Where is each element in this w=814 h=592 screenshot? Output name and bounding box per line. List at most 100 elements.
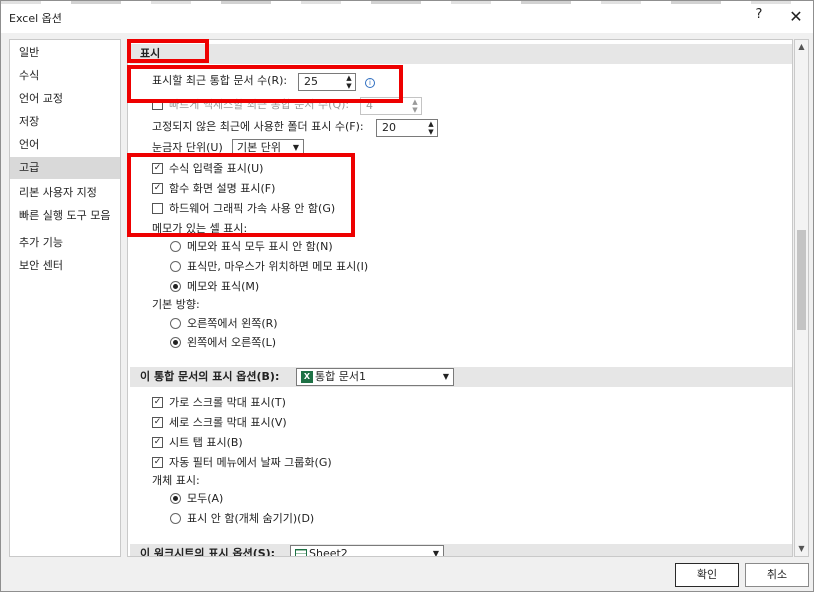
vscroll-label: 세로 스크롤 막대 표시(V) (169, 416, 287, 429)
nav-item-add-ins[interactable]: 추가 기능 (10, 232, 120, 254)
comments-both-option[interactable]: 메모와 표식(M) (170, 278, 259, 296)
title-bar-strip (1, 1, 813, 4)
excel-icon: X (301, 371, 313, 383)
formula-bar-option[interactable]: ✓ 수식 입력줄 표시(U) (152, 160, 263, 178)
spinner-arrows-icon[interactable]: ▲ ▼ (427, 120, 435, 136)
close-icon[interactable]: ✕ (785, 6, 807, 28)
comments-both-label: 메모와 표식(M) (187, 280, 260, 293)
category-list: 일반 수식 언어 교정 저장 언어 고급 리본 사용자 지정 빠른 실행 도구 … (9, 39, 121, 557)
hscroll-label: 가로 스크롤 막대 표시(T) (169, 396, 286, 409)
rtl-radio[interactable] (170, 317, 181, 329)
vscroll-checkbox[interactable]: ✓ (152, 416, 163, 428)
nav-item-language[interactable]: 언어 (10, 134, 120, 156)
quick-access-label: 빠르게 액세스할 최근 통합 문서 수(Q): (169, 98, 350, 111)
formula-bar-label: 수식 입력줄 표시(U) (169, 162, 264, 175)
hardware-accel-label: 하드웨어 그래픽 가속 사용 안 함(G) (169, 202, 336, 215)
section-workbook-header: 이 통합 문서의 표시 옵션(B): (130, 367, 792, 387)
info-icon[interactable]: i (365, 78, 375, 88)
recent-folders-label: 고정되지 않은 최근에 사용한 폴더 표시 수(F): (152, 120, 364, 133)
objects-none-radio[interactable] (170, 512, 181, 524)
options-content: 표시 표시할 최근 통합 문서 수(R): 25 ▲ ▼ i 빠르게 액세스할 최… (127, 39, 793, 557)
autofilter-dates-option[interactable]: ✓ 자동 필터 메뉴에서 날짜 그룹화(G) (152, 454, 332, 472)
objects-none-label: 표시 안 함(개체 숨기기)(D) (187, 512, 315, 525)
title-bar: Excel 옵션 ? ✕ (1, 1, 813, 33)
help-icon[interactable]: ? (749, 7, 769, 27)
function-tooltips-option[interactable]: ✓ 함수 화면 설명 표시(F) (152, 180, 275, 198)
worksheet-header-label: 이 워크시트의 표시 옵션(S): (140, 547, 276, 557)
scroll-down-icon[interactable]: ▼ (796, 543, 807, 555)
ruler-units-label: 눈금자 단위(U) (152, 141, 223, 154)
comments-indicator-radio[interactable] (170, 260, 181, 272)
chevron-down-icon: ▼ (292, 143, 299, 152)
nav-item-quick-access-toolbar[interactable]: 빠른 실행 도구 모음 (10, 205, 120, 227)
function-tooltips-checkbox[interactable]: ✓ (152, 182, 163, 194)
nav-item-general[interactable]: 일반 (10, 42, 120, 64)
ltr-radio[interactable] (170, 336, 181, 348)
recent-docs-label: 표시할 최근 통합 문서 수(R): (152, 74, 288, 87)
comments-indicator-option[interactable]: 표식만, 마우스가 위치하면 메모 표시(I) (170, 258, 368, 276)
excel-options-dialog: Excel 옵션 ? ✕ 일반 수식 언어 교정 저장 언어 고급 리본 사용자… (0, 0, 814, 592)
worksheet-select[interactable]: Sheet2 ▼ (290, 545, 444, 557)
comments-none-option[interactable]: 메모와 표식 모두 표시 안 함(N) (170, 238, 333, 256)
hscroll-option[interactable]: ✓ 가로 스크롤 막대 표시(T) (152, 394, 286, 412)
objects-display-label: 개체 표시: (152, 474, 200, 487)
formula-bar-checkbox[interactable]: ✓ (152, 162, 163, 174)
quick-access-row: 빠르게 액세스할 최근 통합 문서 수(Q): (152, 96, 349, 114)
hscroll-checkbox[interactable]: ✓ (152, 396, 163, 408)
quick-access-spinner[interactable]: 4 ▲ ▼ (360, 97, 422, 115)
chevron-down-icon: ▼ (442, 372, 449, 381)
comments-display-label: 메모가 있는 셀 표시: (152, 222, 248, 235)
nav-item-advanced[interactable]: 고급 (10, 157, 120, 179)
sheet-tabs-label: 시트 탭 표시(B) (169, 436, 243, 449)
rtl-option[interactable]: 오른쪽에서 왼쪽(R) (170, 315, 278, 333)
ltr-option[interactable]: 왼쪽에서 오른쪽(L) (170, 334, 276, 352)
ruler-units-select[interactable]: 기본 단위 ▼ (232, 139, 304, 157)
workbook-select-value: 통합 문서1 (315, 370, 366, 383)
window-title: Excel 옵션 (9, 12, 62, 25)
worksheet-select-value: Sheet2 (309, 547, 348, 557)
recent-docs-spinner[interactable]: 25 ▲ ▼ (298, 73, 356, 91)
default-direction-label: 기본 방향: (152, 298, 200, 311)
ruler-units-value: 기본 단위 (237, 141, 281, 154)
comments-none-label: 메모와 표식 모두 표시 안 함(N) (187, 240, 333, 253)
recent-folders-value: 20 (382, 121, 396, 134)
recent-docs-value: 25 (304, 75, 318, 88)
vertical-scrollbar[interactable]: ▲ ▼ (794, 39, 809, 557)
nav-item-customize-ribbon[interactable]: 리본 사용자 지정 (10, 182, 120, 204)
comments-none-radio[interactable] (170, 240, 181, 252)
sheet-tabs-option[interactable]: ✓ 시트 탭 표시(B) (152, 434, 243, 452)
nav-item-save[interactable]: 저장 (10, 111, 120, 133)
nav-item-proofing[interactable]: 언어 교정 (10, 88, 120, 110)
objects-all-option[interactable]: 모두(A) (170, 490, 223, 508)
objects-all-radio[interactable] (170, 492, 181, 504)
rtl-label: 오른쪽에서 왼쪽(R) (187, 317, 278, 330)
quick-access-checkbox[interactable] (152, 98, 163, 110)
recent-folders-spinner[interactable]: 20 ▲ ▼ (376, 119, 438, 137)
nav-item-trust-center[interactable]: 보안 센터 (10, 255, 120, 277)
workbook-select[interactable]: X 통합 문서1 ▼ (296, 368, 454, 386)
spinner-arrows-icon[interactable]: ▲ ▼ (345, 74, 353, 90)
comments-both-radio[interactable] (170, 280, 181, 292)
quick-access-value: 4 (366, 99, 373, 112)
function-tooltips-label: 함수 화면 설명 표시(F) (169, 182, 276, 195)
workbook-header-label: 이 통합 문서의 표시 옵션(B): (140, 370, 280, 383)
sheet-tabs-checkbox[interactable]: ✓ (152, 436, 163, 448)
hardware-accel-checkbox[interactable] (152, 202, 163, 214)
sheet-icon (295, 548, 307, 556)
objects-all-label: 모두(A) (187, 492, 224, 505)
spinner-arrows-icon[interactable]: ▲ ▼ (411, 98, 419, 114)
autofilter-dates-checkbox[interactable]: ✓ (152, 456, 163, 468)
scroll-thumb[interactable] (797, 230, 806, 330)
chevron-down-icon: ▼ (432, 549, 439, 557)
nav-item-formulas[interactable]: 수식 (10, 65, 120, 87)
vscroll-option[interactable]: ✓ 세로 스크롤 막대 표시(V) (152, 414, 287, 432)
autofilter-dates-label: 자동 필터 메뉴에서 날짜 그룹화(G) (169, 456, 332, 469)
objects-none-option[interactable]: 표시 안 함(개체 숨기기)(D) (170, 510, 314, 528)
ok-button[interactable]: 확인 (675, 563, 739, 587)
cancel-button[interactable]: 취소 (745, 563, 809, 587)
hardware-accel-option[interactable]: 하드웨어 그래픽 가속 사용 안 함(G) (152, 200, 335, 218)
scroll-up-icon[interactable]: ▲ (796, 41, 807, 53)
comments-indicator-label: 표식만, 마우스가 위치하면 메모 표시(I) (187, 260, 369, 273)
section-display-header: 표시 (130, 44, 792, 64)
section-worksheet-header: 이 워크시트의 표시 옵션(S): (130, 544, 792, 557)
